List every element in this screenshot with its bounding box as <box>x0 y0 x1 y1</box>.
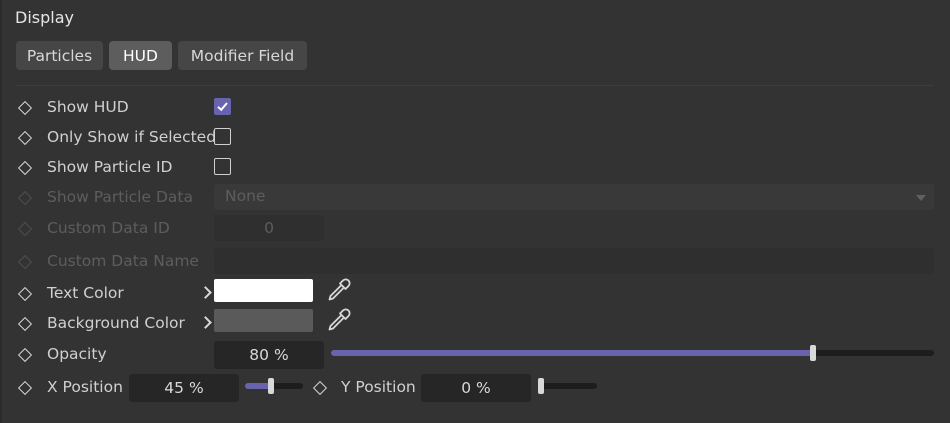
row-show-hud: Show HUD <box>0 94 950 124</box>
keyframe-diamond-icon[interactable] <box>17 316 33 332</box>
chevron-right-icon[interactable] <box>199 316 212 329</box>
row-text-color: Text Color <box>0 277 950 310</box>
custom-data-id-label: Custom Data ID <box>47 219 170 237</box>
eyedropper-icon[interactable] <box>326 277 352 303</box>
show-particle-id-checkbox[interactable] <box>214 158 231 175</box>
checkmark-icon <box>217 102 228 112</box>
keyframe-diamond-icon[interactable] <box>17 100 33 116</box>
opacity-field[interactable]: 80 % <box>214 341 324 369</box>
row-position: X Position 45 % Y Position 0 % <box>0 374 950 404</box>
row-custom-data-id: Custom Data ID 0 <box>0 215 950 245</box>
row-show-particle-id: Show Particle ID <box>0 154 950 184</box>
keyframe-diamond-icon[interactable] <box>312 380 328 396</box>
row-custom-data-name: Custom Data Name <box>0 248 950 278</box>
text-color-label: Text Color <box>47 284 124 302</box>
keyframe-diamond-icon[interactable] <box>17 347 33 363</box>
background-color-label: Background Color <box>47 314 185 332</box>
y-position-slider[interactable] <box>538 383 597 389</box>
divider <box>16 85 934 86</box>
section-title: Display <box>15 8 74 27</box>
y-position-field[interactable]: 0 % <box>421 374 531 402</box>
x-position-field[interactable]: 45 % <box>129 374 239 402</box>
text-color-swatch[interactable] <box>214 279 313 302</box>
eyedropper-icon[interactable] <box>326 307 352 333</box>
y-position-slider-handle[interactable] <box>538 378 544 394</box>
show-particle-data-label: Show Particle Data <box>47 188 193 206</box>
chevron-right-icon[interactable] <box>199 286 212 299</box>
keyframe-diamond-icon[interactable] <box>17 380 33 396</box>
opacity-slider-fill <box>331 350 813 356</box>
y-position-label: Y Position <box>341 378 416 396</box>
opacity-slider[interactable] <box>331 350 934 356</box>
row-show-particle-data: Show Particle Data None <box>0 184 950 214</box>
row-background-color: Background Color <box>0 307 950 340</box>
tab-particles[interactable]: Particles <box>16 41 103 70</box>
opacity-slider-handle[interactable] <box>810 345 816 361</box>
keyframe-diamond-icon[interactable] <box>17 130 33 146</box>
tab-hud[interactable]: HUD <box>109 41 172 70</box>
show-particle-data-dropdown[interactable]: None <box>214 184 934 210</box>
only-show-if-selected-label: Only Show if Selected <box>47 128 217 146</box>
keyframe-diamond-icon <box>17 190 33 206</box>
custom-data-name-label: Custom Data Name <box>47 252 199 270</box>
background-color-swatch[interactable] <box>214 309 313 332</box>
only-show-if-selected-checkbox[interactable] <box>214 128 231 145</box>
opacity-label: Opacity <box>47 345 107 363</box>
x-position-slider[interactable] <box>245 383 303 389</box>
x-position-label: X Position <box>47 378 123 396</box>
show-particle-id-label: Show Particle ID <box>47 158 173 176</box>
tab-modifier-field[interactable]: Modifier Field <box>178 41 307 70</box>
show-hud-label: Show HUD <box>47 98 129 116</box>
dropdown-value: None <box>225 187 266 205</box>
hud-display-panel: Display Particles HUD Modifier Field Sho… <box>0 0 950 423</box>
show-hud-checkbox[interactable] <box>214 98 231 115</box>
keyframe-diamond-icon <box>17 221 33 237</box>
custom-data-name-field[interactable] <box>214 248 934 274</box>
keyframe-diamond-icon <box>17 254 33 270</box>
x-position-slider-handle[interactable] <box>268 378 274 394</box>
row-opacity: Opacity 80 % <box>0 341 950 371</box>
row-only-show-if-selected: Only Show if Selected <box>0 124 950 154</box>
triangle-down-icon <box>916 195 926 201</box>
keyframe-diamond-icon[interactable] <box>17 160 33 176</box>
keyframe-diamond-icon[interactable] <box>17 286 33 302</box>
custom-data-id-field[interactable]: 0 <box>214 215 324 241</box>
